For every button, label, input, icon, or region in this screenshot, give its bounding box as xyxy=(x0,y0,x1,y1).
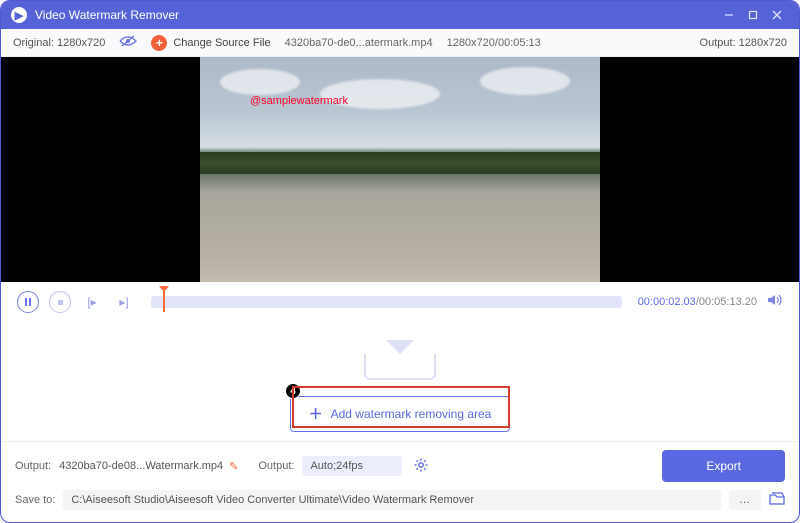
change-source-button[interactable]: + Change Source File xyxy=(151,35,270,51)
export-button[interactable]: Export xyxy=(662,450,785,482)
plus-icon: ＋ xyxy=(309,404,323,424)
plus-icon: + xyxy=(151,35,167,51)
time-display: 00:00:02.03/00:05:13.20 xyxy=(638,296,757,308)
settings-icon[interactable] xyxy=(414,458,428,475)
playback-controls: [▸ ▸] 00:00:02.03/00:05:13.20 xyxy=(1,282,799,322)
minimize-button[interactable] xyxy=(717,6,741,24)
timeline-scrubber[interactable] xyxy=(151,296,622,308)
watermark-areas-panel: 4 ＋ Add watermark removing area xyxy=(1,322,799,441)
bottom-panel: Output: 4320ba70-de08...Watermark.mp4 ✎ … xyxy=(1,441,799,522)
preview-toggle-icon[interactable] xyxy=(119,35,137,50)
add-watermark-area-button[interactable]: ＋ Add watermark removing area xyxy=(290,396,511,432)
original-label: Original: 1280x720 xyxy=(13,37,105,49)
output-file: 4320ba70-de08...Watermark.mp4 ✎ xyxy=(59,460,238,473)
video-preview[interactable]: @samplewatermark xyxy=(1,57,799,282)
open-folder-icon[interactable] xyxy=(769,492,785,508)
step-start-button[interactable]: [▸ xyxy=(81,291,103,313)
step-end-button[interactable]: ▸] xyxy=(113,291,135,313)
save-path-field[interactable]: C:\Aiseesoft Studio\Aiseesoft Video Conv… xyxy=(63,490,721,510)
output-format-label: Output: xyxy=(258,460,294,472)
output-dim: Output: 1280x720 xyxy=(700,37,787,49)
info-bar: Original: 1280x720 + Change Source File … xyxy=(1,29,799,57)
playhead-marker[interactable] xyxy=(163,290,165,312)
app-icon: ▶ xyxy=(11,7,27,23)
volume-icon[interactable] xyxy=(767,293,783,312)
app-title: Video Watermark Remover xyxy=(35,8,179,22)
app-window: ▶ Video Watermark Remover Original: 1280… xyxy=(0,0,800,523)
output-file-label: Output: xyxy=(15,460,51,472)
rename-icon[interactable]: ✎ xyxy=(229,460,238,473)
stop-button[interactable] xyxy=(49,291,71,313)
browse-button[interactable]: … xyxy=(729,490,761,510)
pause-button[interactable] xyxy=(17,291,39,313)
close-button[interactable] xyxy=(765,6,789,24)
maximize-button[interactable] xyxy=(741,6,765,24)
source-meta: 1280x720/00:05:13 xyxy=(447,37,541,49)
source-filename: 4320ba70-de0...atermark.mp4 xyxy=(285,37,433,49)
step-callout-4: 4 xyxy=(285,383,301,399)
save-to-label: Save to: xyxy=(15,494,55,506)
tray-icon xyxy=(364,340,436,380)
output-format-select[interactable]: Auto;24fps xyxy=(302,456,402,476)
watermark-text: @samplewatermark xyxy=(250,95,348,107)
video-frame: @samplewatermark xyxy=(200,57,600,282)
titlebar: ▶ Video Watermark Remover xyxy=(1,1,799,29)
